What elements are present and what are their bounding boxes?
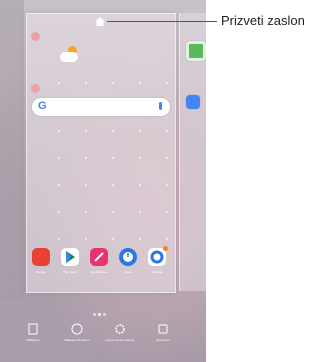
grid-slot-dot bbox=[58, 238, 60, 240]
grid-slot-dot bbox=[112, 130, 114, 132]
previous-page-preview[interactable] bbox=[0, 0, 24, 300]
dock-label: Settings bbox=[151, 270, 163, 274]
grid-slot-dot bbox=[58, 157, 60, 159]
grid-slot-dot bbox=[166, 82, 168, 84]
grid-slot-dot bbox=[166, 157, 168, 159]
gear-icon bbox=[115, 324, 125, 334]
grid-slot-dot bbox=[139, 157, 141, 159]
grid-slot-dot bbox=[139, 238, 141, 240]
grid-slot-dot bbox=[58, 184, 60, 186]
phone-screen: G Google Play Store QuickMemo+ Clock Set… bbox=[0, 0, 206, 362]
grid-slot-dot bbox=[58, 211, 60, 213]
settings-icon[interactable] bbox=[148, 246, 168, 266]
home-settings-button[interactable]: Home screen settings bbox=[105, 322, 135, 342]
page-indicator[interactable] bbox=[92, 303, 107, 321]
quickmemo-icon[interactable] bbox=[90, 248, 108, 266]
grid-slot-dot bbox=[139, 82, 141, 84]
google-logo: G bbox=[38, 100, 47, 112]
callout-leader-line bbox=[107, 21, 217, 22]
grid-slot-dot bbox=[166, 211, 168, 213]
dock-label: Clock bbox=[124, 270, 132, 274]
grid-slot-dot bbox=[85, 130, 87, 132]
grid-slot-dot bbox=[85, 211, 87, 213]
home-icon[interactable] bbox=[95, 17, 105, 26]
mic-icon bbox=[159, 102, 162, 110]
grid-slot-dot bbox=[139, 130, 141, 132]
palette-icon bbox=[71, 323, 83, 335]
wallpaper-icon bbox=[28, 323, 38, 335]
next-page-preview[interactable] bbox=[179, 13, 206, 291]
grid-slot-dot bbox=[112, 211, 114, 213]
grid-slot-dot bbox=[58, 82, 60, 84]
google-app-icon[interactable] bbox=[32, 248, 50, 266]
grid-slot-dot bbox=[112, 82, 114, 84]
grid-slot-dot bbox=[166, 238, 168, 240]
dock-label: Play Store bbox=[63, 270, 77, 274]
grid-slot-dot bbox=[58, 130, 60, 132]
dock-label: QuickMemo+ bbox=[90, 270, 108, 274]
grid-slot-dot bbox=[85, 157, 87, 159]
apps-icon bbox=[158, 324, 168, 334]
google-search-bar[interactable]: G bbox=[32, 98, 170, 116]
grid-slot-dot bbox=[166, 184, 168, 186]
grid-slot-dot bbox=[112, 238, 114, 240]
callout-label: Prizveti zaslon bbox=[221, 13, 305, 28]
grid-slot-dot bbox=[112, 184, 114, 186]
weather-icon bbox=[60, 46, 82, 64]
grid-slot-dot bbox=[139, 184, 141, 186]
grid-slot-dot bbox=[85, 184, 87, 186]
grid-slot-dot bbox=[85, 82, 87, 84]
wallpaper-button[interactable]: Wallpaper bbox=[18, 322, 48, 342]
play-store-icon[interactable] bbox=[61, 248, 79, 266]
grid-slot-dot bbox=[85, 238, 87, 240]
dock-label: Google bbox=[36, 270, 46, 274]
grid-slot-dot bbox=[166, 130, 168, 132]
theme-button[interactable]: Wallpaper & theme bbox=[62, 322, 92, 342]
grid-slot-dot bbox=[139, 211, 141, 213]
grid-slot-dot bbox=[112, 157, 114, 159]
app-icon bbox=[186, 95, 200, 109]
app-icons-button[interactable]: App icons bbox=[148, 322, 178, 342]
clock-icon[interactable] bbox=[119, 248, 137, 266]
app-icon bbox=[186, 41, 206, 61]
